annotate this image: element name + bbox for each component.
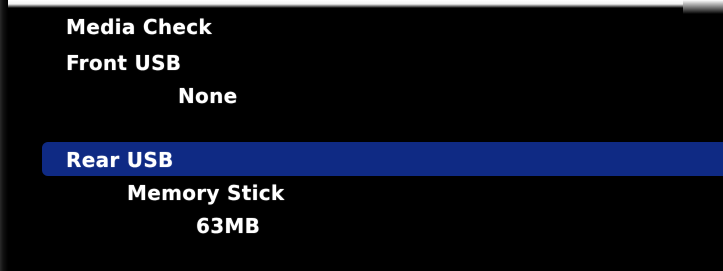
rear-usb-item[interactable]: Rear USB (66, 148, 174, 172)
rear-usb-device-type: Memory Stick (127, 181, 285, 205)
menu-title: Media Check (66, 15, 213, 39)
screen-top-edge (0, 0, 723, 8)
media-check-screen: Media Check Front USB None Rear USB Memo… (0, 0, 723, 271)
rear-usb-device-size: 63MB (196, 214, 261, 238)
front-usb-item[interactable]: Front USB (66, 51, 181, 75)
front-usb-status: None (178, 84, 238, 108)
screen-top-right-edge (683, 0, 723, 14)
screen-left-edge (0, 0, 8, 271)
